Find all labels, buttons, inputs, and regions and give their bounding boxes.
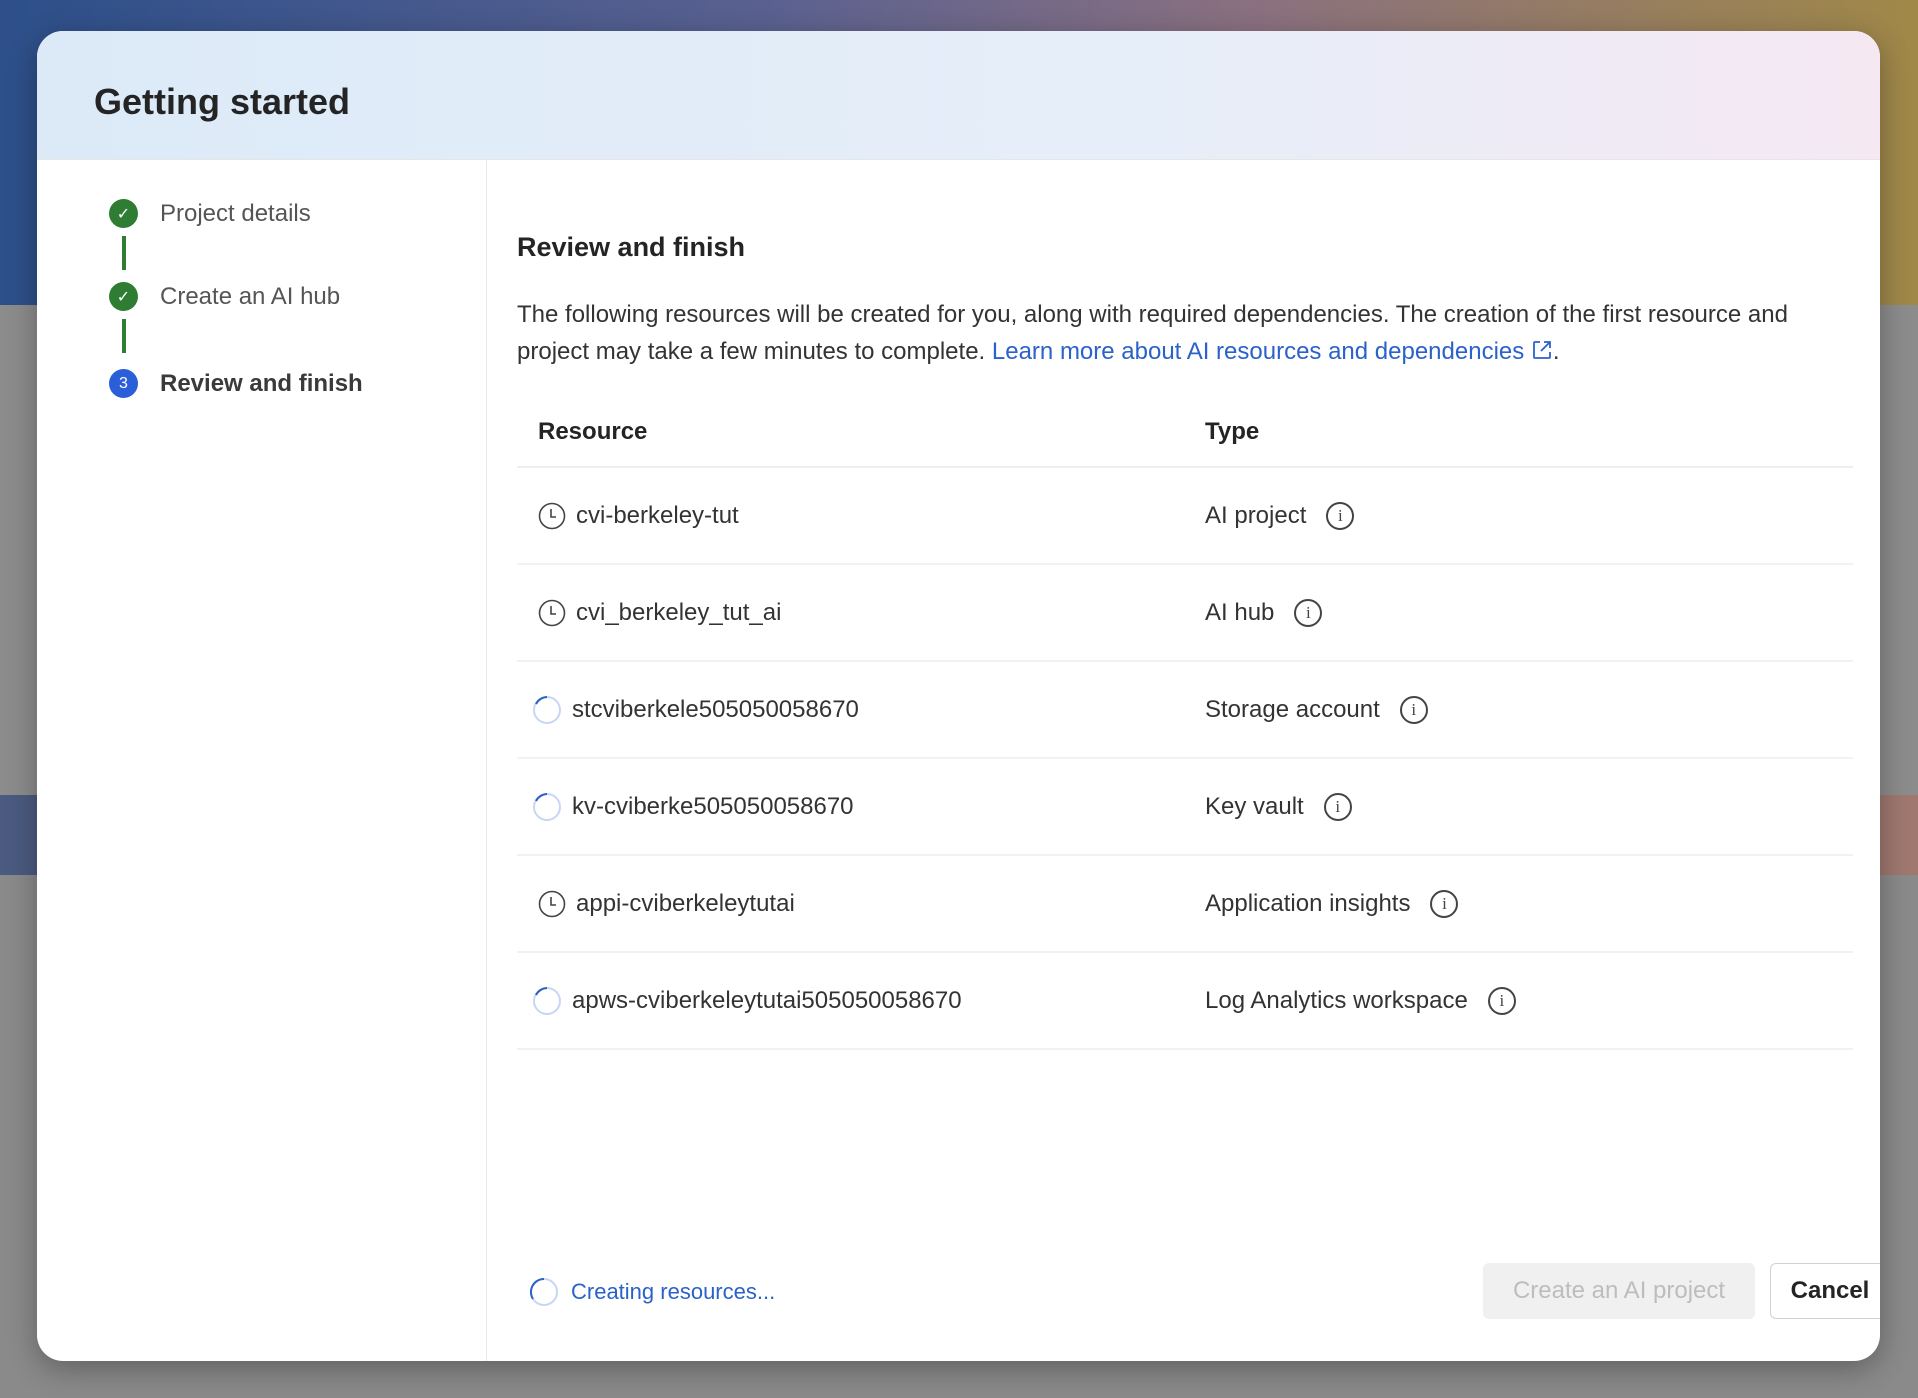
dialog-footer: Creating resources... Create an AI proje… <box>517 1263 1880 1319</box>
step-connector <box>122 319 126 353</box>
step-project-details[interactable]: ✓ Project details <box>109 199 311 228</box>
description: The following resources will be created … <box>517 296 1847 370</box>
spinner-icon <box>533 986 561 1015</box>
review-panel: Review and finish The following resource… <box>517 160 1880 1361</box>
section-heading: Review and finish <box>517 232 746 262</box>
resource-cell: apws-cviberkeleytutai505050058670 <box>517 986 1205 1016</box>
resource-cell: appi-cviberkeleytutai <box>517 890 1205 918</box>
getting-started-dialog: Getting started ✓ Project details ✓ Crea… <box>37 31 1880 1361</box>
link-text: Learn more about AI resources and depend… <box>991 338 1525 365</box>
table-row: kv-cviberke505050058670 Key vault i <box>517 759 1853 856</box>
info-icon[interactable]: i <box>1399 695 1428 724</box>
resource-name: kv-cviberke505050058670 <box>572 792 854 820</box>
check-icon: ✓ <box>109 199 138 228</box>
type-cell: AI hub i <box>1205 598 1323 627</box>
step-label: Project details <box>160 199 311 227</box>
table-row: appi-cviberkeleytutai Application insigh… <box>517 856 1853 953</box>
table-header: Resource Type <box>517 397 1853 468</box>
resource-cell: kv-cviberke505050058670 <box>517 792 1205 822</box>
spinner-icon <box>529 1277 558 1306</box>
status-text: Creating resources... <box>571 1279 776 1304</box>
punctuation: . <box>1552 338 1560 365</box>
step-label: Review and finish <box>160 369 363 397</box>
step-connector <box>122 236 126 270</box>
step-review-and-finish[interactable]: 3 Review and finish <box>109 369 363 398</box>
creating-status: Creating resources... <box>529 1277 775 1307</box>
info-icon[interactable]: i <box>1326 501 1355 530</box>
table-row: stcviberkele505050058670 Storage account… <box>517 662 1853 759</box>
resource-name: cvi_berkeley_tut_ai <box>576 598 782 626</box>
resource-cell: stcviberkele505050058670 <box>517 695 1205 725</box>
spinner-icon <box>533 695 561 724</box>
clock-icon <box>538 890 566 917</box>
resource-cell: cvi_berkeley_tut_ai <box>517 599 1205 627</box>
info-icon[interactable]: i <box>1487 986 1516 1015</box>
type-cell: Storage account i <box>1205 695 1428 724</box>
external-link-icon <box>1533 341 1551 359</box>
resource-name: apws-cviberkeleytutai505050058670 <box>572 986 962 1014</box>
table-row: apws-cviberkeleytutai505050058670 Log An… <box>517 953 1853 1050</box>
table-row: cvi-berkeley-tut AI project i <box>517 468 1853 565</box>
type-cell: Log Analytics workspace i <box>1205 986 1516 1015</box>
info-icon[interactable]: i <box>1323 792 1352 821</box>
resource-name: appi-cviberkeleytutai <box>576 889 795 917</box>
resource-type: Key vault <box>1205 792 1304 820</box>
cancel-button[interactable]: Cancel <box>1770 1263 1880 1319</box>
resource-type: AI hub <box>1205 598 1275 626</box>
spinner-icon <box>533 792 561 821</box>
resource-type: AI project <box>1205 501 1307 529</box>
learn-more-link[interactable]: Learn more about AI resources and depend… <box>992 338 1553 365</box>
dialog-header: Getting started <box>37 31 1880 160</box>
resource-name: cvi-berkeley-tut <box>576 501 739 529</box>
type-cell: AI project i <box>1205 501 1355 530</box>
column-resource: Resource <box>538 417 648 445</box>
resource-name: stcviberkele505050058670 <box>572 695 859 723</box>
resource-type: Application insights <box>1205 889 1411 917</box>
create-ai-project-button[interactable]: Create an AI project <box>1483 1263 1755 1319</box>
check-icon: ✓ <box>109 282 138 311</box>
dialog-title: Getting started <box>94 81 351 122</box>
resource-type: Log Analytics workspace <box>1205 986 1468 1014</box>
type-cell: Application insights i <box>1205 889 1459 918</box>
stepper: ✓ Project details ✓ Create an AI hub 3 R… <box>37 160 487 1361</box>
info-icon[interactable]: i <box>1294 598 1323 627</box>
table-row: cvi_berkeley_tut_ai AI hub i <box>517 565 1853 662</box>
resource-type: Storage account <box>1205 695 1380 723</box>
step-number-icon: 3 <box>109 369 138 398</box>
step-create-ai-hub[interactable]: ✓ Create an AI hub <box>109 282 340 311</box>
info-icon[interactable]: i <box>1430 889 1459 918</box>
step-label: Create an AI hub <box>160 282 341 310</box>
column-type: Type <box>1205 417 1260 445</box>
clock-icon <box>538 599 566 626</box>
resources-table: Resource Type cvi-berkeley-tut AI projec… <box>517 397 1853 1050</box>
clock-icon <box>538 502 566 529</box>
type-cell: Key vault i <box>1205 792 1352 821</box>
resource-cell: cvi-berkeley-tut <box>517 502 1205 530</box>
